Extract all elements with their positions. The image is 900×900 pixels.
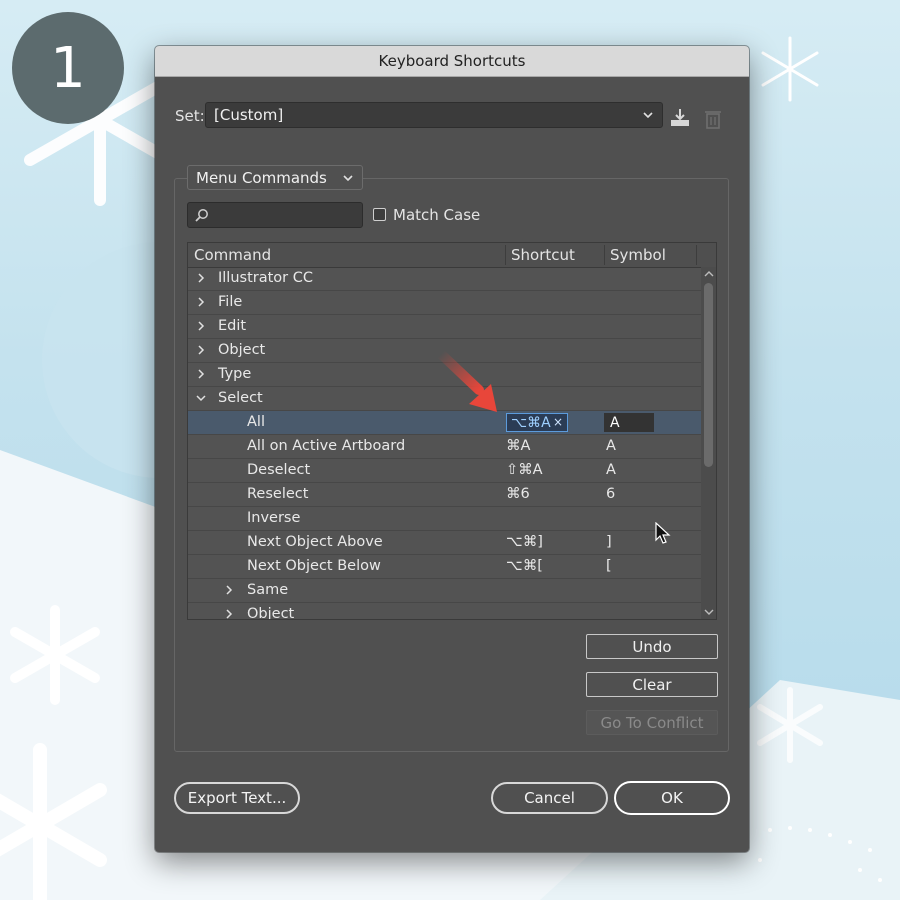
category-value: Menu Commands xyxy=(196,168,327,187)
shortcut-value: ⌘A xyxy=(506,438,531,454)
table-row[interactable]: Deselect ⇧⌘A A xyxy=(188,459,702,483)
command-name: Type xyxy=(218,366,252,382)
ok-button[interactable]: OK xyxy=(614,781,730,815)
table-rows: Illustrator CC File Edit Object Type Select Al… xyxy=(188,267,702,620)
shortcut-value: ⌘6 xyxy=(506,486,530,502)
command-name: File xyxy=(218,294,243,310)
cancel-button[interactable]: Cancel xyxy=(491,782,608,814)
table-header: Command Shortcut Symbol xyxy=(188,243,716,268)
match-case-label: Match Case xyxy=(393,206,481,224)
scrollbar[interactable] xyxy=(701,267,716,619)
set-value: [Custom] xyxy=(214,106,284,124)
snowflake-icon xyxy=(761,36,819,102)
symbol-value: ] xyxy=(606,534,612,550)
shortcut-value: ⌥⌘A xyxy=(511,414,551,431)
export-text-button[interactable]: Export Text... xyxy=(174,782,300,814)
column-divider xyxy=(696,245,697,265)
command-name: Object xyxy=(247,606,295,620)
clear-button[interactable]: Clear xyxy=(586,672,718,697)
symbol-edit-field[interactable]: A xyxy=(604,413,654,432)
chevron-down-icon[interactable] xyxy=(196,393,206,403)
match-case-checkbox[interactable] xyxy=(373,208,386,221)
symbol-value: 6 xyxy=(606,486,616,502)
command-name: Object xyxy=(218,342,266,358)
shortcut-value: ⌥⌘[ xyxy=(506,558,543,574)
dialog-title: Keyboard Shortcuts xyxy=(155,46,749,77)
chevron-right-icon[interactable] xyxy=(196,369,206,379)
column-header-symbol[interactable]: Symbol xyxy=(610,246,666,264)
step-number-badge: 1 xyxy=(12,12,124,124)
command-name: Select xyxy=(218,390,263,406)
table-row[interactable]: Object xyxy=(188,603,702,620)
command-name: Inverse xyxy=(247,510,301,526)
table-row[interactable]: All on Active Artboard ⌘A A xyxy=(188,435,702,459)
column-header-shortcut[interactable]: Shortcut xyxy=(511,246,575,264)
table-row[interactable]: Next Object Above ⌥⌘]] xyxy=(188,531,702,555)
command-name: Next Object Above xyxy=(247,534,383,550)
clear-shortcut-icon[interactable]: × xyxy=(553,415,563,429)
table-row[interactable]: File xyxy=(188,291,702,315)
command-name: All on Active Artboard xyxy=(247,438,406,454)
search-icon xyxy=(195,209,208,222)
chevron-right-icon[interactable] xyxy=(196,345,206,355)
chevron-right-icon[interactable] xyxy=(196,297,206,307)
column-divider xyxy=(604,245,605,265)
shortcut-value: ⇧⌘A xyxy=(506,462,543,478)
command-name: Deselect xyxy=(247,462,311,478)
command-name: Edit xyxy=(218,318,247,334)
shortcut-value: ⌥⌘] xyxy=(506,534,543,550)
table-row[interactable]: Next Object Below ⌥⌘[ [ xyxy=(188,555,702,579)
chevron-right-icon[interactable] xyxy=(196,273,206,283)
table-row[interactable]: Edit xyxy=(188,315,702,339)
command-name: Same xyxy=(247,582,289,598)
keyboard-shortcuts-dialog: Keyboard Shortcuts Set: [Custom] Menu Co… xyxy=(155,46,749,852)
category-dropdown[interactable]: Menu Commands xyxy=(187,165,363,190)
table-row[interactable]: Same xyxy=(188,579,702,603)
shortcut-edit-field[interactable]: ⌥⌘A × xyxy=(506,413,568,432)
command-name: All xyxy=(247,414,265,430)
annotation-arrow-icon xyxy=(436,349,497,412)
chevron-right-icon[interactable] xyxy=(224,585,234,595)
column-header-command[interactable]: Command xyxy=(194,246,271,264)
symbol-value: A xyxy=(606,462,616,478)
scroll-down-icon[interactable] xyxy=(704,608,714,616)
scroll-up-icon[interactable] xyxy=(704,270,714,278)
chevron-right-icon[interactable] xyxy=(224,609,234,619)
command-name: Next Object Below xyxy=(247,558,381,574)
command-name: Illustrator CC xyxy=(218,270,313,286)
command-name: Reselect xyxy=(247,486,309,502)
undo-button[interactable]: Undo xyxy=(586,634,718,659)
symbol-value: A xyxy=(606,438,616,454)
go-to-conflict-button[interactable]: Go To Conflict xyxy=(586,710,718,735)
set-label: Set: xyxy=(175,107,205,125)
save-set-icon[interactable] xyxy=(669,107,691,129)
trash-icon[interactable] xyxy=(703,108,723,130)
chevron-down-icon xyxy=(343,175,353,182)
chevron-down-icon xyxy=(643,112,653,119)
column-divider xyxy=(505,245,506,265)
table-row[interactable]: Inverse xyxy=(188,507,702,531)
symbol-value: [ xyxy=(606,558,612,574)
table-row[interactable]: Illustrator CC xyxy=(188,267,702,291)
scrollbar-thumb[interactable] xyxy=(704,283,713,467)
set-dropdown[interactable]: [Custom] xyxy=(205,102,663,128)
table-row[interactable]: Reselect ⌘6 6 xyxy=(188,483,702,507)
mouse-cursor-icon xyxy=(655,522,671,544)
shortcuts-table: Command Shortcut Symbol Illustrator CC Fi… xyxy=(187,242,717,620)
chevron-right-icon[interactable] xyxy=(196,321,206,331)
search-input[interactable] xyxy=(187,202,363,228)
